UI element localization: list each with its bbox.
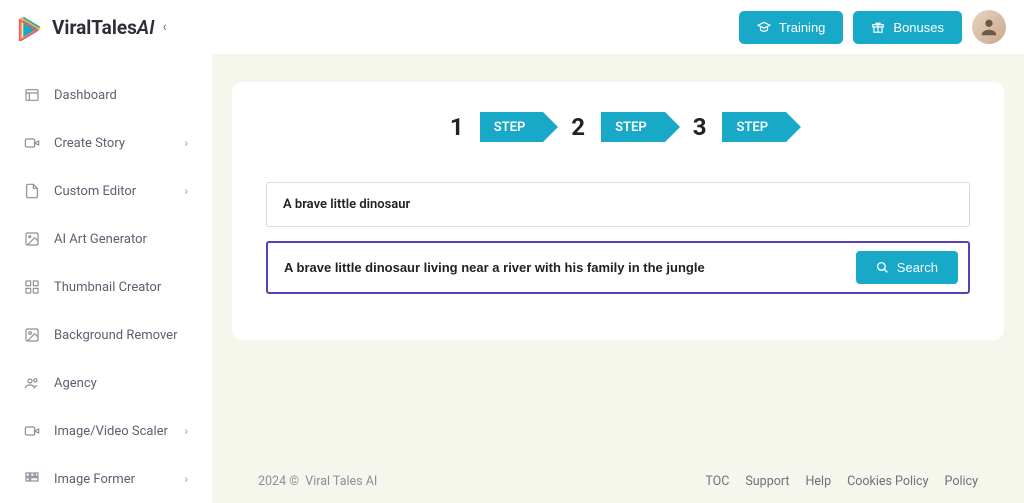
sidebar: Dashboard Create Story › Custom Editor › AI A… <box>0 54 212 503</box>
footer-links: TOC Support Help Cookies Policy Policy <box>705 474 978 489</box>
story-prompt-row: Search <box>266 241 970 294</box>
sidebar-item-ai-art-generator[interactable]: AI Art Generator <box>0 220 212 258</box>
sidebar-item-label: Image Former <box>54 472 135 487</box>
footer: 2024 © Viral Tales AI TOC Support Help Cook… <box>232 456 1004 503</box>
main-content: 1 STEP 2 STEP 3 STEP A brave little dino… <box>212 54 1024 503</box>
avatar-icon <box>978 16 1000 38</box>
chevron-right-icon: › <box>184 424 188 438</box>
chevron-right-icon: › <box>184 472 188 486</box>
step-indicator: 1 STEP 2 STEP 3 STEP <box>266 112 970 142</box>
sidebar-item-image-former[interactable]: Image Former › <box>0 460 212 498</box>
play-logo-icon <box>18 13 46 41</box>
footer-link-help[interactable]: Help <box>805 474 831 489</box>
former-icon <box>24 471 40 487</box>
footer-link-cookies-policy[interactable]: Cookies Policy <box>847 474 928 489</box>
suggestion-box[interactable]: A brave little dinosaur <box>266 182 970 227</box>
header-actions: Training Bonuses <box>739 10 1006 44</box>
video-icon <box>24 135 40 151</box>
layout-icon <box>24 87 40 103</box>
scaler-icon <box>24 423 40 439</box>
step-label[interactable]: STEP <box>722 112 786 142</box>
sidebar-item-custom-editor[interactable]: Custom Editor › <box>0 172 212 210</box>
step-2: 2 STEP <box>571 112 664 142</box>
sidebar-item-agency[interactable]: Agency <box>0 364 212 402</box>
search-icon <box>876 261 889 274</box>
step-label[interactable]: STEP <box>480 112 544 142</box>
logo[interactable]: ViralTalesAI ‹ <box>18 13 167 41</box>
file-icon <box>24 183 40 199</box>
sidebar-item-label: Image/Video Scaler <box>54 424 168 439</box>
sidebar-item-label: Agency <box>54 376 97 391</box>
bonuses-button[interactable]: Bonuses <box>853 11 962 44</box>
chevron-right-icon: › <box>184 184 188 198</box>
sidebar-item-background-remover[interactable]: Background Remover <box>0 316 212 354</box>
footer-copyright: 2024 © Viral Tales AI <box>258 474 377 489</box>
footer-link-support[interactable]: Support <box>745 474 789 489</box>
app-header: ViralTalesAI ‹ Training Bonuses <box>0 0 1024 54</box>
sidebar-item-label: Create Story <box>54 136 125 151</box>
sidebar-item-image-video-scaler[interactable]: Image/Video Scaler › <box>0 412 212 450</box>
content-card: 1 STEP 2 STEP 3 STEP A brave little dino… <box>232 82 1004 340</box>
collapse-sidebar-icon[interactable]: ‹ <box>163 19 167 35</box>
user-avatar[interactable] <box>972 10 1006 44</box>
step-3: 3 STEP <box>693 112 786 142</box>
sidebar-item-label: Custom Editor <box>54 184 136 199</box>
sidebar-item-label: Background Remover <box>54 328 177 343</box>
sidebar-item-dashboard[interactable]: Dashboard <box>0 76 212 114</box>
sidebar-item-create-story[interactable]: Create Story › <box>0 124 212 162</box>
users-icon <box>24 375 40 391</box>
step-label[interactable]: STEP <box>601 112 665 142</box>
story-prompt-input[interactable] <box>284 260 846 275</box>
sidebar-item-thumbnail-creator[interactable]: Thumbnail Creator <box>0 268 212 306</box>
chevron-right-icon: › <box>184 136 188 150</box>
gift-icon <box>871 20 885 34</box>
sidebar-item-label: Dashboard <box>54 88 117 103</box>
picture-icon <box>24 327 40 343</box>
sidebar-item-label: Thumbnail Creator <box>54 280 161 295</box>
academic-cap-icon <box>757 20 771 34</box>
footer-link-toc[interactable]: TOC <box>705 474 729 489</box>
step-1: 1 STEP <box>450 112 543 142</box>
sidebar-item-label: AI Art Generator <box>54 232 147 247</box>
search-button[interactable]: Search <box>856 251 958 284</box>
footer-link-policy[interactable]: Policy <box>945 474 978 489</box>
logo-text: ViralTalesAI <box>52 16 155 39</box>
image-icon <box>24 231 40 247</box>
step-number: 3 <box>693 113 707 141</box>
grid-icon <box>24 279 40 295</box>
step-number: 1 <box>450 113 464 141</box>
step-number: 2 <box>571 113 585 141</box>
training-button[interactable]: Training <box>739 11 843 44</box>
